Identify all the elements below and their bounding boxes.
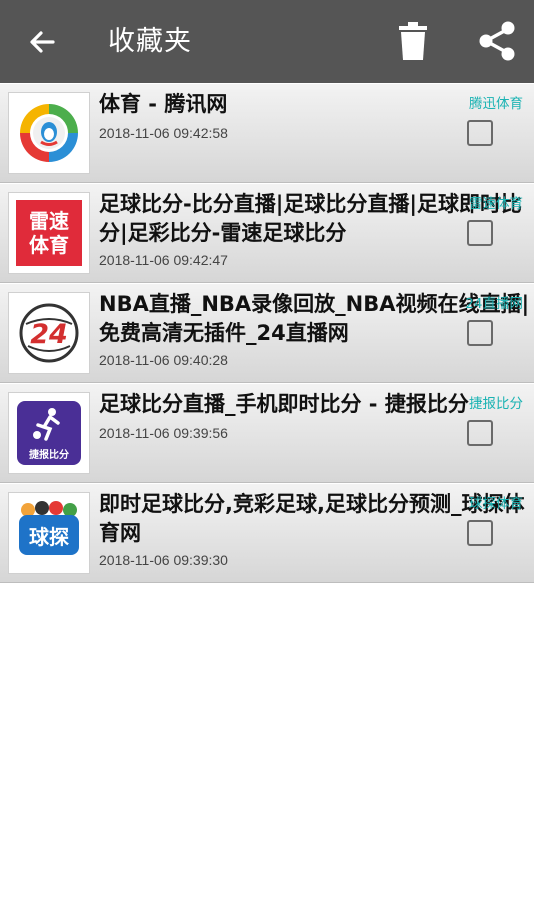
leisu-sports-logo: 雷速 体育 <box>16 200 82 266</box>
logo-text: 雷速 <box>29 209 69 233</box>
delete-button[interactable] <box>391 17 435 65</box>
item-timestamp: 2018-11-06 09:40:28 <box>99 352 228 368</box>
item-timestamp: 2018-11-06 09:42:58 <box>99 125 228 141</box>
svg-text:24: 24 <box>30 319 68 350</box>
24-live-logo: 24 <box>19 303 79 363</box>
app-bar: 收藏夹 <box>0 0 534 83</box>
back-button[interactable] <box>22 22 62 62</box>
favorites-list: 体育 - 腾讯网 2018-11-06 09:42:58 腾迅体育 雷速 体育 … <box>0 83 534 583</box>
site-thumbnail <box>8 92 90 174</box>
qiutan-sports-logo: 球探 <box>17 501 81 565</box>
favorite-item[interactable]: 球探 即时足球比分,竞彩足球,足球比分预测_球探体育网 2018-11-06 0… <box>0 483 534 583</box>
favorite-item[interactable]: 24 NBA直播_NBA录像回放_NBA视频在线直播|免费高清无插件_24直播网… <box>0 283 534 383</box>
item-timestamp: 2018-11-06 09:42:47 <box>99 252 228 268</box>
share-icon <box>479 21 515 61</box>
item-checkbox[interactable] <box>467 520 493 546</box>
item-timestamp: 2018-11-06 09:39:30 <box>99 552 228 568</box>
item-source-label: 球探体育 <box>469 496 523 512</box>
item-source-label: 24直播网 <box>465 296 523 312</box>
arrow-left-icon <box>30 31 55 53</box>
trash-icon <box>399 22 427 60</box>
logo-text: 球探 <box>29 524 69 549</box>
favorite-item[interactable]: 雷速 体育 足球比分-比分直播|足球比分直播|足球即时比分|足彩比分-雷速足球比… <box>0 183 534 283</box>
item-source-label: 腾迅体育 <box>469 96 523 112</box>
logo-text: 捷报比分 <box>29 450 69 461</box>
logo-text: 体育 <box>29 233 69 257</box>
site-thumbnail: 球探 <box>8 492 90 574</box>
jiebao-score-logo: 捷报比分 <box>17 401 81 465</box>
favorite-item[interactable]: 体育 - 腾讯网 2018-11-06 09:42:58 腾迅体育 <box>0 83 534 183</box>
soccer-player-icon <box>33 408 60 441</box>
item-checkbox[interactable] <box>467 120 493 146</box>
item-source-label: 雷速体育 <box>469 196 523 212</box>
site-thumbnail: 雷速 体育 <box>8 192 90 274</box>
site-thumbnail: 24 <box>8 292 90 374</box>
item-checkbox[interactable] <box>467 420 493 446</box>
item-title: 足球比分直播_手机即时比分 - 捷报比分 <box>99 392 469 416</box>
item-checkbox[interactable] <box>467 320 493 346</box>
site-thumbnail: 捷报比分 <box>8 392 90 474</box>
tencent-qq-logo <box>19 103 79 163</box>
item-checkbox[interactable] <box>467 220 493 246</box>
share-button[interactable] <box>474 18 520 64</box>
favorite-item[interactable]: 捷报比分 足球比分直播_手机即时比分 - 捷报比分 2018-11-06 09:… <box>0 383 534 483</box>
page-title: 收藏夹 <box>108 26 192 57</box>
item-source-label: 捷报比分 <box>469 396 523 412</box>
item-title: 体育 - 腾讯网 <box>99 92 228 116</box>
item-timestamp: 2018-11-06 09:39:56 <box>99 425 228 441</box>
